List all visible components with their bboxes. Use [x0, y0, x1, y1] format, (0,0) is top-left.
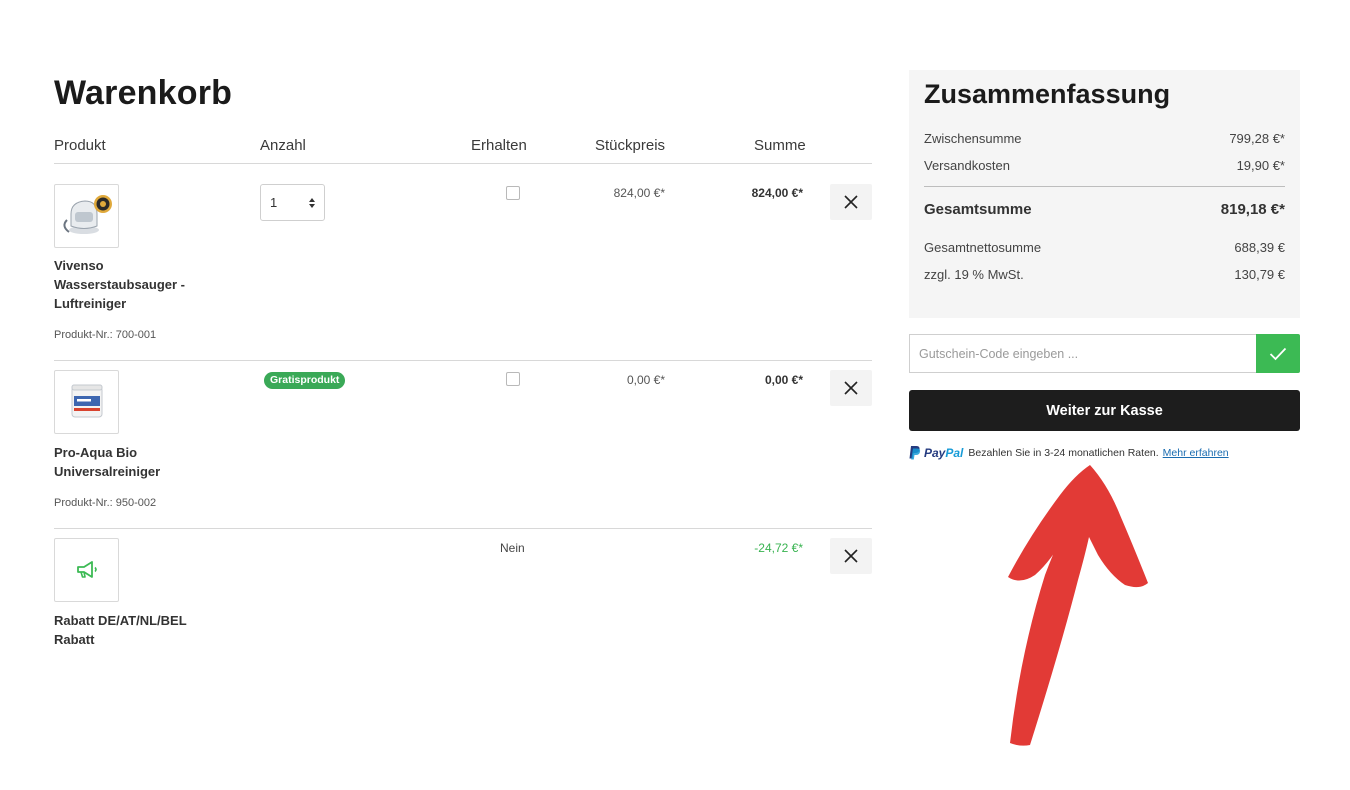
product-name[interactable]: Vivenso Wasserstaubsauger - Luftreiniger — [54, 256, 204, 313]
close-icon — [844, 381, 858, 395]
checkout-button[interactable]: Weiter zur Kasse — [909, 390, 1300, 431]
product-number: Produkt-Nr.: 700-001 — [54, 329, 157, 341]
summary-divider — [924, 186, 1285, 187]
paypal-learn-more-link[interactable]: Mehr erfahren — [1163, 447, 1229, 459]
discount-image — [54, 538, 119, 602]
remove-item-button[interactable] — [830, 538, 872, 574]
column-header-total: Summe — [754, 137, 806, 154]
stepper-arrows-icon — [309, 197, 315, 208]
discount-name: Rabatt DE/AT/NL/BEL Rabatt — [54, 613, 187, 647]
remove-item-button[interactable] — [830, 370, 872, 406]
product-image[interactable] — [54, 184, 119, 248]
subtotal-label: Zwischensumme — [924, 131, 1022, 146]
line-total: 824,00 €* — [751, 186, 803, 200]
paypal-logo-icon — [909, 446, 921, 460]
vat-value: 130,79 € — [1234, 267, 1285, 282]
shipping-label: Versandkosten — [924, 158, 1011, 173]
received-checkbox[interactable] — [506, 372, 520, 386]
received-checkbox[interactable] — [506, 186, 520, 200]
product-name[interactable]: Pro-Aqua Bio Universalreiniger — [54, 443, 204, 481]
checkmark-icon — [1269, 347, 1287, 360]
column-header-unit-price: Stückpreis — [595, 137, 666, 154]
grand-total-value: 819,18 €* — [1220, 201, 1285, 218]
summary-title: Zusammenfassung — [924, 79, 1171, 109]
free-product-badge: Gratisprodukt — [264, 372, 346, 389]
line-total: -24,72 €* — [754, 541, 803, 555]
coupon-code-input[interactable] — [909, 334, 1257, 373]
row-divider — [54, 360, 872, 361]
column-header-quantity: Anzahl — [260, 137, 306, 154]
quantity-value: 1 — [270, 195, 278, 210]
column-header-received: Erhalten — [471, 137, 527, 154]
close-icon — [844, 195, 858, 209]
cleaner-tub-product-image — [71, 384, 102, 418]
paypal-installment-info: PayPal Bezahlen Sie in 3-24 monatlichen … — [909, 445, 1229, 460]
grand-total-label: Gesamtsumme — [924, 201, 1032, 218]
megaphone-icon — [76, 561, 97, 578]
unit-price: 824,00 €* — [613, 186, 665, 200]
column-header-product: Produkt — [54, 137, 106, 154]
remove-item-button[interactable] — [830, 184, 872, 220]
paypal-message: Bezahlen Sie in 3-24 monatlichen Raten. — [968, 446, 1159, 459]
red-arrow-annotation — [1008, 465, 1148, 746]
quantity-select[interactable]: 1 — [260, 184, 325, 221]
paypal-logo-text: PayPal — [924, 445, 964, 460]
vacuum-cleaner-product-image — [62, 195, 112, 234]
close-icon — [844, 549, 858, 563]
unit-price: 0,00 €* — [626, 373, 665, 387]
subtotal-value: 799,28 €* — [1229, 131, 1285, 146]
product-image[interactable] — [54, 370, 119, 434]
shipping-value: 19,90 €* — [1236, 158, 1285, 173]
product-number: Produkt-Nr.: 950-002 — [54, 497, 157, 509]
received-value: Nein — [500, 541, 525, 555]
row-divider — [54, 528, 872, 529]
net-total-label: Gesamtnettosumme — [924, 240, 1042, 255]
line-total: 0,00 €* — [764, 373, 803, 387]
vat-label: zzgl. 19 % MwSt. — [924, 267, 1024, 282]
page-title: Warenkorb — [54, 74, 233, 112]
coupon-submit-button[interactable] — [1256, 334, 1300, 373]
net-total-value: 688,39 € — [1234, 240, 1285, 255]
header-divider — [54, 163, 872, 164]
